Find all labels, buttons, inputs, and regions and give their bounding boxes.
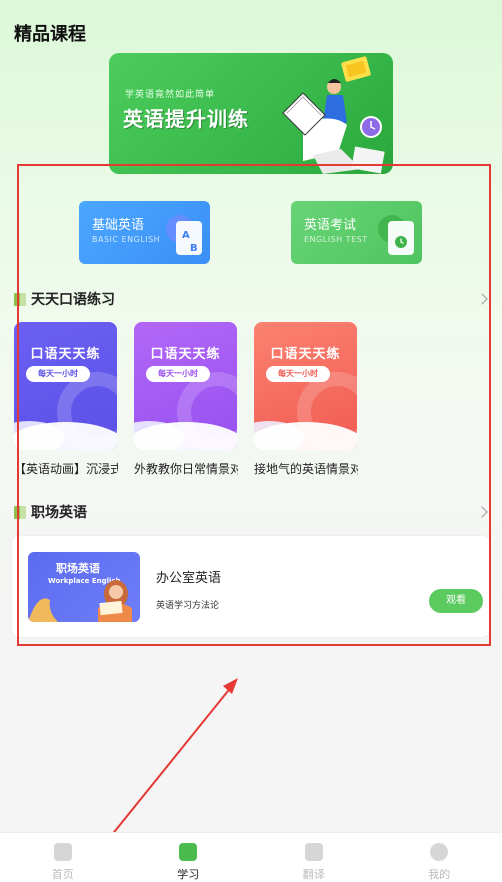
- chevron-right-icon[interactable]: [476, 293, 488, 305]
- nav-translate[interactable]: 翻译: [251, 833, 377, 882]
- category-english-test[interactable]: 英语考试 ENGLISH TEST: [291, 201, 422, 264]
- book-icon: [179, 843, 198, 861]
- oral-section-header[interactable]: 天天口语练习: [14, 289, 490, 309]
- page-title: 精品课程: [14, 24, 86, 45]
- ab-letter-icon: A B: [166, 215, 202, 255]
- reading-woman-illustration: [28, 580, 132, 622]
- promo-banner[interactable]: 学英语竟然如此简单 英语提升训练: [109, 53, 393, 174]
- oral-card-title[interactable]: 接地气的英语情景对: [254, 460, 358, 477]
- nav-label: 首页: [51, 868, 74, 881]
- category-basic-english[interactable]: 基础英语 BASIC ENGLISH A B: [79, 201, 210, 264]
- banner-title: 英语提升训练: [123, 107, 249, 131]
- work-section-header[interactable]: 职场英语: [14, 502, 490, 522]
- cloud-decoration: [134, 422, 237, 450]
- cloud-decoration: [254, 422, 357, 450]
- section-book-icon: [14, 505, 26, 519]
- nav-label: 翻译: [302, 868, 325, 881]
- course-title: 办公室英语: [156, 571, 222, 586]
- reading-person-illustration: [282, 56, 385, 174]
- oral-card[interactable]: 口语天天练 每天一小时: [14, 322, 117, 450]
- watch-button[interactable]: 观看: [429, 589, 483, 613]
- category-en-label: BASIC ENGLISH: [92, 235, 161, 244]
- nav-study[interactable]: 学习: [126, 833, 252, 882]
- nav-label: 我的: [428, 868, 451, 881]
- oral-card[interactable]: 口语天天练 每天一小时: [134, 322, 237, 450]
- nav-label: 学习: [177, 868, 200, 881]
- nav-profile[interactable]: 我的: [377, 833, 502, 882]
- profile-icon: [430, 843, 449, 861]
- oral-card-pill: 每天一小时: [266, 366, 330, 382]
- section-title: 职场英语: [31, 505, 87, 521]
- bottom-nav: 首页 学习 翻译 我的: [0, 832, 502, 882]
- oral-card-pill: 每天一小时: [26, 366, 90, 382]
- oral-card-cover-title: 口语天天练: [150, 347, 221, 362]
- course-subtitle: 英语学习方法论: [156, 601, 220, 611]
- oral-card[interactable]: 口语天天练 每天一小时: [254, 322, 357, 450]
- svg-text:B: B: [190, 243, 198, 254]
- section-title: 天天口语练习: [31, 292, 115, 308]
- category-en-label: ENGLISH TEST: [304, 235, 368, 244]
- section-book-icon: [14, 292, 26, 306]
- category-cn-label: 英语考试: [304, 218, 357, 233]
- oral-card-cover-title: 口语天天练: [30, 347, 101, 362]
- document-clock-icon: [378, 215, 414, 255]
- oral-card-cover-title: 口语天天练: [270, 347, 341, 362]
- course-card-office-english[interactable]: 职场英语 Workplace English 办公室英语 英语学习方法论 观看: [11, 535, 490, 638]
- category-cn-label: 基础英语: [92, 218, 145, 233]
- course-thumbnail: 职场英语 Workplace English: [28, 552, 140, 622]
- cloud-decoration: [14, 422, 117, 450]
- chevron-right-icon[interactable]: [476, 506, 488, 518]
- oral-card-title[interactable]: 【英语动画】沉浸式: [14, 460, 118, 477]
- translate-icon: [304, 843, 323, 861]
- oral-card-title[interactable]: 外教教你日常情景对: [134, 460, 238, 477]
- banner-subtitle: 学英语竟然如此简单: [125, 90, 216, 100]
- oral-card-pill: 每天一小时: [146, 366, 210, 382]
- svg-text:A: A: [182, 230, 190, 241]
- nav-home[interactable]: 首页: [0, 833, 126, 882]
- home-icon: [53, 843, 72, 861]
